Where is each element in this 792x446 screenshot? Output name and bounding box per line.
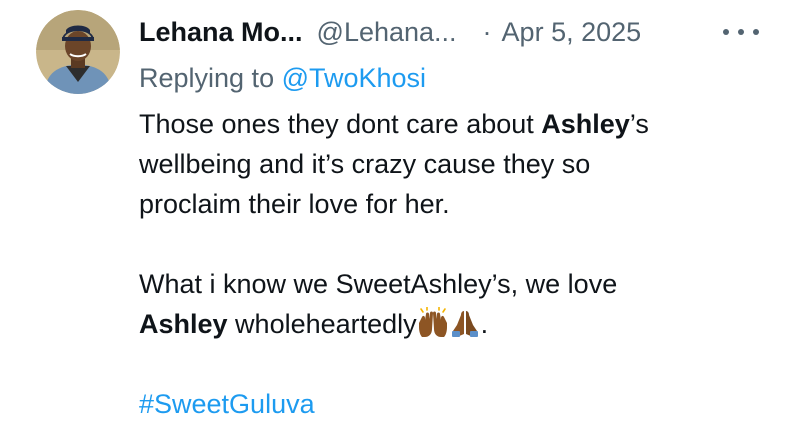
avatar[interactable] [36,10,120,94]
hashtag-link[interactable]: #SweetGuluva [139,389,315,419]
tweet-text: Those ones they dont care about Ashley’s… [139,104,769,424]
separator-dot: · [482,17,492,47]
avatar-image [36,10,120,94]
line1-start: Those ones they dont care about [139,109,542,139]
tweet-line-1: Those ones they dont care about Ashley’s [139,104,769,144]
hashtag-line: #SweetGuluva [139,384,769,424]
tweet-line-5: Ashley wholeheartedly. [139,304,769,344]
raising-hands-emoji [417,307,449,339]
tweet-date[interactable]: Apr 5, 2025 [502,14,642,50]
tweet-header: Lehana Mo... @Lehana... · Apr 5, 2025 [139,14,769,50]
tweet-line-3: proclaim their love for her. [139,189,450,219]
replying-prefix: Replying to [139,63,282,93]
display-name[interactable]: Lehana Mo... [139,14,303,50]
more-horizontal-icon[interactable] [723,14,759,50]
line5-end: . [480,309,489,339]
tweet-line-2: wellbeing and it’s crazy cause they so [139,149,591,179]
bold-name: Ashley [139,309,228,339]
tweet[interactable]: Lehana Mo... @Lehana... · Apr 5, 2025 Re… [0,0,792,446]
user-handle[interactable]: @Lehana... [317,14,457,50]
tweet-line-4: What i know we SweetAshley’s, we love [139,269,618,299]
bold-name: Ashley [541,109,630,139]
folded-hands-emoji [449,307,481,339]
replying-to: Replying to @TwoKhosi [139,60,426,96]
replying-to-mention[interactable]: @TwoKhosi [282,63,426,93]
line5-text: wholeheartedly [227,309,417,339]
line1-end: ’s [629,109,649,139]
